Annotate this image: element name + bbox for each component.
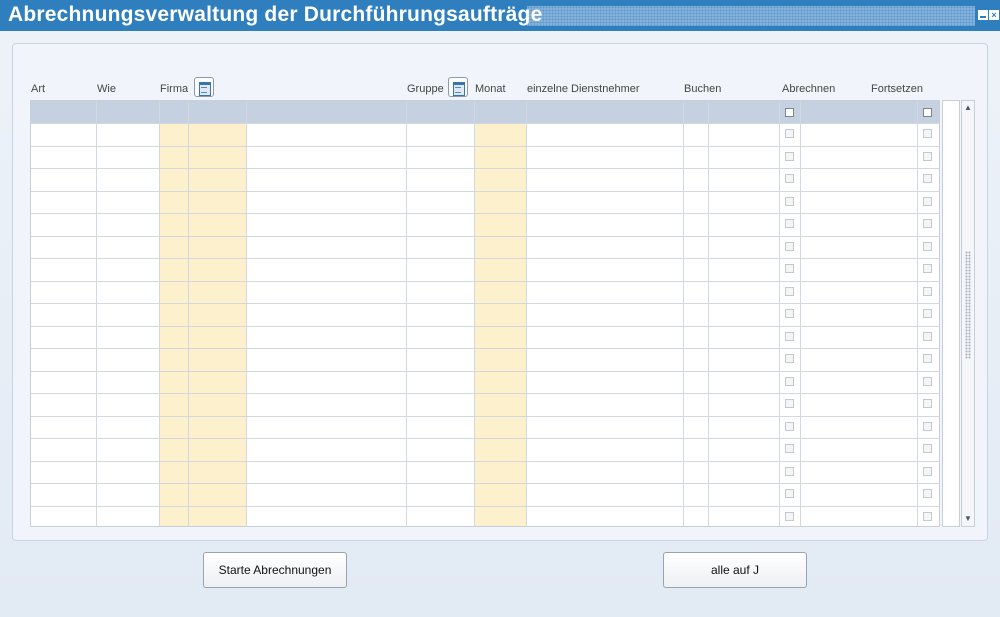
minimize-icon[interactable]	[978, 10, 988, 20]
grid-column-divider	[246, 101, 247, 526]
row-fortsetzen-checkbox[interactable]	[923, 287, 932, 296]
row-fortsetzen-checkbox[interactable]	[923, 264, 932, 273]
grid-column-divider	[800, 101, 801, 526]
table-row[interactable]	[31, 461, 939, 462]
row-abrechnen-checkbox[interactable]	[785, 219, 794, 228]
row-abrechnen-checkbox[interactable]	[785, 174, 794, 183]
row-abrechnen-checkbox[interactable]	[785, 444, 794, 453]
grid-column-divider	[406, 101, 407, 526]
table-row[interactable]	[31, 191, 939, 192]
table-row[interactable]	[31, 236, 939, 237]
row-abrechnen-checkbox[interactable]	[785, 264, 794, 273]
row-abrechnen-checkbox[interactable]	[785, 242, 794, 251]
row-abrechnen-checkbox[interactable]	[785, 332, 794, 341]
row-fortsetzen-checkbox[interactable]	[923, 332, 932, 341]
row-fortsetzen-checkbox[interactable]	[923, 219, 932, 228]
grid-column-divider	[779, 101, 780, 526]
start-abrechnungen-button[interactable]: Starte Abrechnungen	[203, 552, 347, 588]
row-fortsetzen-checkbox[interactable]	[923, 242, 932, 251]
firma-calendar-icon[interactable]	[194, 77, 214, 97]
table-row[interactable]	[31, 483, 939, 484]
close-icon[interactable]: ×	[989, 10, 999, 20]
alle-auf-j-button[interactable]: alle auf J	[663, 552, 807, 588]
table-row[interactable]	[31, 213, 939, 214]
grid-column-divider	[708, 101, 709, 526]
firma-column-highlight	[160, 123, 246, 526]
row-abrechnen-checkbox[interactable]	[785, 309, 794, 318]
vertical-scrollbar[interactable]: ▲ ▼	[961, 100, 975, 527]
row-abrechnen-checkbox[interactable]	[785, 197, 794, 206]
row-abrechnen-checkbox[interactable]	[785, 287, 794, 296]
row-abrechnen-checkbox[interactable]	[785, 489, 794, 498]
gruppe-calendar-icon[interactable]	[448, 77, 468, 97]
table-row[interactable]	[31, 168, 939, 169]
filter-row[interactable]	[31, 101, 939, 123]
table-row[interactable]	[31, 258, 939, 259]
table-row[interactable]	[31, 416, 939, 417]
row-fortsetzen-checkbox[interactable]	[923, 197, 932, 206]
scrollbar-grip[interactable]	[965, 251, 971, 359]
row-fortsetzen-checkbox[interactable]	[923, 354, 932, 363]
header-abrechnen: Abrechnen	[782, 83, 836, 95]
row-abrechnen-checkbox[interactable]	[785, 129, 794, 138]
arrow-down-icon[interactable]: ▼	[963, 513, 973, 525]
header-buchen: Buchen	[684, 83, 722, 95]
header-dienstnehmer: einzelne Dienstnehmer	[527, 83, 640, 95]
table-row[interactable]	[31, 281, 939, 282]
row-abrechnen-checkbox[interactable]	[785, 512, 794, 521]
header-firma: Firma	[160, 83, 189, 95]
filter-fortsetzen-checkbox[interactable]	[923, 108, 932, 117]
grid-column-divider	[96, 101, 97, 526]
table-row[interactable]	[31, 326, 939, 327]
row-abrechnen-checkbox[interactable]	[785, 467, 794, 476]
grid-side-column	[942, 100, 960, 527]
row-abrechnen-checkbox[interactable]	[785, 152, 794, 161]
grid-column-divider	[683, 101, 684, 526]
row-fortsetzen-checkbox[interactable]	[923, 489, 932, 498]
row-fortsetzen-checkbox[interactable]	[923, 467, 932, 476]
row-fortsetzen-checkbox[interactable]	[923, 377, 932, 386]
table-row[interactable]	[31, 348, 939, 349]
grid-column-divider	[159, 101, 160, 526]
row-fortsetzen-checkbox[interactable]	[923, 152, 932, 161]
row-abrechnen-checkbox[interactable]	[785, 399, 794, 408]
table-row[interactable]	[31, 146, 939, 147]
row-abrechnen-checkbox[interactable]	[785, 354, 794, 363]
filter-abrechnen-checkbox[interactable]	[785, 108, 794, 117]
grid-column-divider	[188, 101, 189, 526]
table-row[interactable]	[31, 438, 939, 439]
row-fortsetzen-checkbox[interactable]	[923, 512, 932, 521]
arrow-up-icon[interactable]: ▲	[963, 102, 973, 114]
header-art: Art	[31, 83, 46, 95]
window-title: Abrechnungsverwaltung der Durchführungsa…	[8, 3, 543, 26]
table-row[interactable]	[31, 506, 939, 507]
table-row[interactable]	[31, 371, 939, 372]
title-bar-pattern	[527, 6, 975, 26]
row-fortsetzen-checkbox[interactable]	[923, 129, 932, 138]
header-fortsetzen: Fortsetzen	[871, 83, 923, 95]
orders-grid	[30, 100, 940, 527]
table-row[interactable]	[31, 123, 939, 124]
grid-column-divider	[526, 101, 527, 526]
title-bar: Abrechnungsverwaltung der Durchführungsa…	[0, 0, 1000, 31]
row-fortsetzen-checkbox[interactable]	[923, 444, 932, 453]
header-monat: Monat	[475, 83, 506, 95]
header-wie: Wie	[97, 83, 116, 95]
table-row[interactable]	[31, 393, 939, 394]
header-gruppe: Gruppe	[407, 83, 444, 95]
row-fortsetzen-checkbox[interactable]	[923, 399, 932, 408]
row-fortsetzen-checkbox[interactable]	[923, 422, 932, 431]
monat-column-highlight	[475, 123, 527, 526]
row-fortsetzen-checkbox[interactable]	[923, 174, 932, 183]
row-abrechnen-checkbox[interactable]	[785, 422, 794, 431]
row-fortsetzen-checkbox[interactable]	[923, 309, 932, 318]
row-abrechnen-checkbox[interactable]	[785, 377, 794, 386]
grid-column-divider	[474, 101, 475, 526]
grid-column-divider	[917, 101, 918, 526]
table-row[interactable]	[31, 303, 939, 304]
